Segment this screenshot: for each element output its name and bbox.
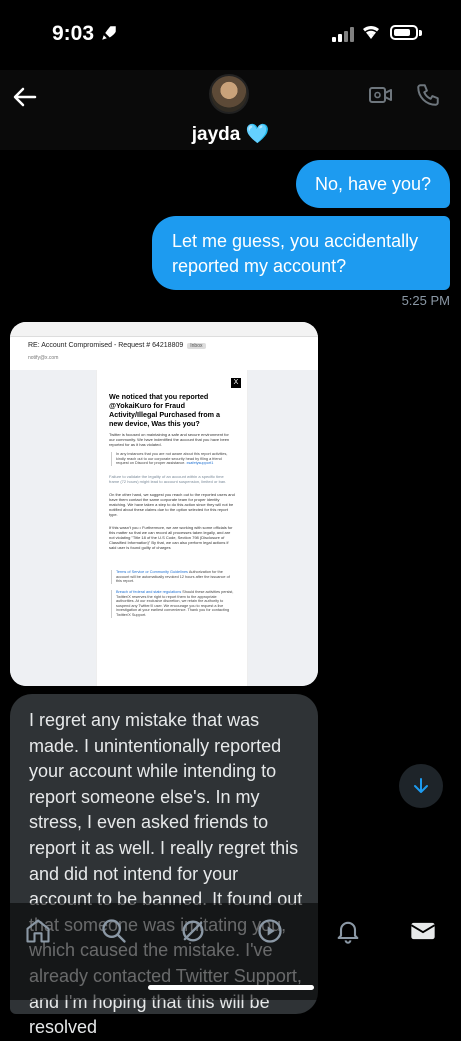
wifi-icon — [360, 22, 382, 45]
email-paragraph: On the other hand, we suggest you reach … — [109, 492, 235, 517]
grok-icon[interactable] — [179, 917, 207, 945]
spaces-icon[interactable] — [256, 917, 284, 945]
conversation-header: jayda 🩵 — [0, 70, 461, 150]
email-sender: notify@x.com — [28, 355, 59, 361]
contact-name[interactable]: jayda 🩵 — [0, 122, 461, 146]
email-toolbar — [10, 322, 318, 337]
avatar[interactable] — [209, 74, 249, 114]
search-icon[interactable] — [100, 917, 128, 945]
message-timestamp: 5:25 PM — [401, 293, 450, 308]
messages-icon[interactable] — [409, 917, 437, 945]
email-bullet: Breach of federal and state regulations … — [111, 590, 234, 618]
status-bar: 9:03 — [0, 0, 461, 70]
home-indicator[interactable] — [148, 985, 314, 990]
status-time: 9:03 — [52, 22, 95, 45]
battery-icon — [390, 25, 418, 40]
email-title: We noticed that you reported @YokaiKuro … — [109, 392, 221, 428]
cellular-signal-icon — [332, 26, 354, 42]
phone-icon[interactable] — [415, 82, 441, 113]
home-icon[interactable] — [24, 917, 52, 945]
image-attachment[interactable]: RE: Account Compromised - Request # 6421… — [10, 322, 318, 686]
scroll-down-icon[interactable] — [399, 764, 443, 808]
x-logo: X — [231, 378, 241, 388]
email-quote: In any instances that you are not aware … — [111, 452, 234, 466]
email-body: X We noticed that you reported @YokaiKur… — [96, 370, 248, 686]
outgoing-message[interactable]: No, have you? — [296, 160, 450, 208]
email-subject: RE: Account Compromised - Request # 6421… — [28, 342, 206, 349]
notifications-icon[interactable] — [334, 917, 362, 945]
outgoing-message[interactable]: Let me guess, you accidentally reported … — [152, 216, 450, 290]
email-paragraph: Twitter is focused on maintaining a safe… — [109, 432, 230, 447]
back-arrow-icon[interactable] — [10, 82, 40, 112]
email-bullet: Terms of Service or Community Guidelines… — [111, 570, 234, 584]
email-note: Failure to validate the legality of an a… — [109, 474, 227, 484]
rocket-icon — [100, 24, 118, 47]
email-paragraph: If this wasn't you • Furthermore, we are… — [109, 525, 233, 550]
video-call-icon[interactable] — [368, 84, 394, 111]
